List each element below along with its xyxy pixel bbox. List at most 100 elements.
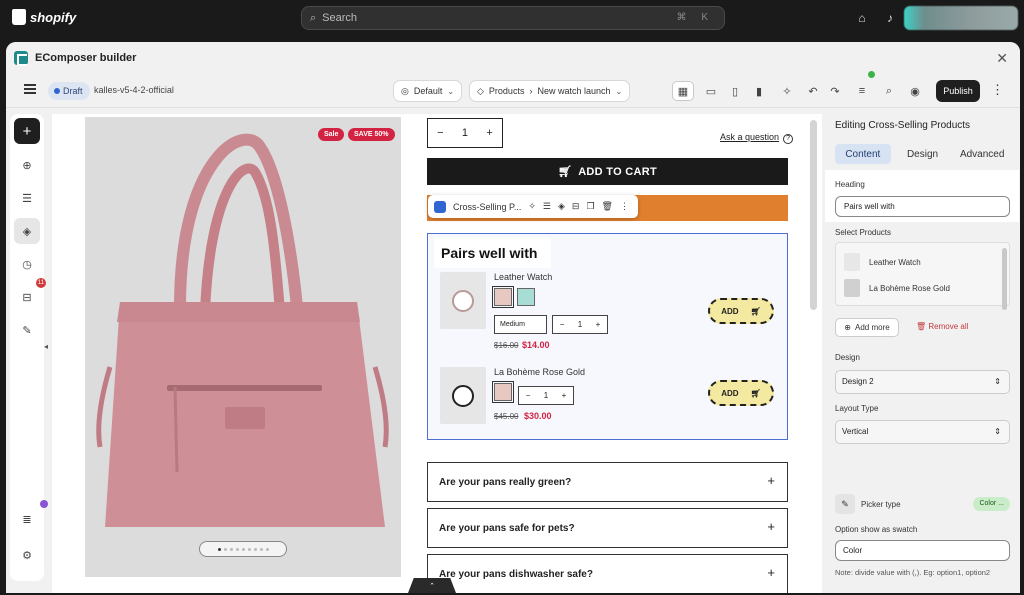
preview-eye-icon[interactable]: ◉: [904, 81, 926, 101]
pagination-dot[interactable]: [229, 547, 233, 551]
pagination-dot[interactable]: [235, 547, 239, 551]
layers-list-icon[interactable]: ☰: [14, 185, 40, 211]
history-icon[interactable]: ◷: [14, 251, 40, 277]
publish-button[interactable]: Publish: [936, 80, 980, 102]
notifications-icon[interactable]: ⊟ 11: [14, 278, 46, 310]
swatch-rose[interactable]: [492, 286, 514, 308]
delete-icon[interactable]: 🗑︎: [602, 201, 613, 212]
close-icon[interactable]: ✕: [996, 50, 1008, 67]
undo-icon[interactable]: ↶: [802, 81, 824, 101]
mobile-view-icon[interactable]: ▮: [748, 81, 770, 101]
cross-selling-block[interactable]: Pairs well with Leather Watch Medium − 1 +…: [427, 233, 788, 440]
plus-icon[interactable]: +: [767, 473, 775, 488]
pagination-dot[interactable]: [223, 547, 227, 551]
add-to-cart-button[interactable]: 🛒︎ ADD TO CART: [427, 158, 788, 185]
settings-sliders-icon[interactable]: ≡: [851, 81, 873, 101]
image-pagination[interactable]: [199, 541, 287, 557]
more-options-icon[interactable]: ⋮: [620, 201, 629, 212]
desktop-view-icon[interactable]: ▭: [700, 81, 722, 101]
layout-type-select[interactable]: Vertical ⇕: [835, 420, 1010, 444]
quantity-value[interactable]: 1: [578, 320, 582, 329]
theme-select[interactable]: ◎ Default ⌄: [393, 80, 463, 102]
tab-advanced[interactable]: Advanced: [954, 144, 1010, 164]
picker-type-row[interactable]: ✎ Picker type Color ...: [835, 493, 1010, 515]
pagination-dot[interactable]: [259, 547, 263, 551]
product-name[interactable]: La Bohème Rose Gold: [494, 367, 585, 377]
size-select[interactable]: Medium: [494, 315, 547, 334]
magic-wand-icon[interactable]: ✧: [776, 81, 798, 101]
watch-image: [452, 289, 474, 312]
quantity-stepper[interactable]: − 1 +: [552, 315, 608, 334]
design-select[interactable]: Design 2 ⇕: [835, 370, 1010, 394]
more-options-icon[interactable]: ⋮: [991, 82, 1004, 98]
heading-input[interactable]: Pairs well with: [835, 196, 1010, 217]
list-scrollbar[interactable]: [1002, 248, 1007, 310]
menu-icon[interactable]: [24, 84, 36, 94]
swatch-rose[interactable]: [492, 381, 514, 403]
database-icon[interactable]: ≣: [14, 500, 48, 532]
gear-icon[interactable]: ⚙: [14, 542, 40, 568]
minus-icon[interactable]: −: [526, 391, 531, 400]
canvas-scrollbar[interactable]: [810, 120, 817, 310]
list-item[interactable]: Leather Watch: [836, 250, 1011, 274]
minus-icon[interactable]: −: [560, 320, 565, 329]
ask-question-link[interactable]: Ask a question?: [720, 132, 794, 144]
remove-all-button[interactable]: 🗑︎ Remove all: [916, 322, 968, 331]
plus-icon[interactable]: +: [596, 320, 601, 329]
plus-icon[interactable]: +: [562, 391, 567, 400]
align-icon[interactable]: ☰: [543, 201, 551, 212]
pagination-dot[interactable]: [247, 547, 251, 551]
account-menu[interactable]: [904, 6, 1018, 30]
duplicate-icon[interactable]: ❐: [586, 201, 594, 212]
quantity-value[interactable]: 1: [544, 391, 548, 400]
faq-item[interactable]: Are your pans really green? +: [427, 462, 788, 502]
plus-icon[interactable]: +: [767, 519, 775, 534]
add-button[interactable]: ADD 🛒︎: [708, 298, 774, 324]
add-more-button[interactable]: ⊕ Add more: [835, 318, 899, 337]
global-search-input[interactable]: ⌕ Search ⌘ K: [301, 6, 725, 30]
minus-icon[interactable]: −: [437, 127, 443, 139]
ai-wand-icon[interactable]: ✧: [528, 201, 536, 212]
shopify-logo[interactable]: shopify: [12, 9, 76, 25]
product-name[interactable]: Leather Watch: [494, 272, 552, 282]
sections-icon[interactable]: ⊕: [14, 152, 40, 178]
cross-sell-heading[interactable]: Pairs well with: [434, 238, 551, 268]
plus-icon[interactable]: +: [486, 127, 492, 139]
layers-icon[interactable]: ◈: [558, 201, 565, 212]
quantity-stepper[interactable]: − 1 +: [518, 386, 574, 405]
list-item[interactable]: La Bohème Rose Gold: [836, 276, 1011, 300]
save-icon[interactable]: ⊟: [572, 201, 580, 212]
pagination-dot[interactable]: [241, 547, 245, 551]
product-image[interactable]: Sale SAVE 50%: [85, 117, 401, 577]
add-button[interactable]: ADD 🛒︎: [708, 380, 774, 406]
store-icon[interactable]: ⌂: [855, 11, 869, 25]
pagination-dot[interactable]: [253, 547, 257, 551]
redo-icon[interactable]: ↷: [824, 81, 846, 101]
tab-design[interactable]: Design: [895, 144, 951, 164]
tablet-view-icon[interactable]: ▯: [724, 81, 746, 101]
inspect-icon[interactable]: ⌕: [878, 81, 900, 101]
pagination-dot[interactable]: [265, 547, 269, 551]
quantity-value[interactable]: 1: [462, 127, 468, 139]
bell-icon[interactable]: ♪: [883, 11, 897, 25]
product-thumbnail[interactable]: [440, 367, 486, 424]
tab-content[interactable]: Content: [835, 144, 891, 164]
fullwidth-view-icon[interactable]: ▦: [672, 81, 694, 101]
palette-icon[interactable]: ✎: [14, 317, 40, 343]
picker-type-badge[interactable]: Color ...: [973, 497, 1010, 511]
bottom-panel-toggle[interactable]: ⌃: [408, 578, 456, 593]
faq-item[interactable]: Are your pans dishwasher safe? +: [427, 554, 788, 593]
add-element-icon[interactable]: +: [14, 118, 40, 144]
updown-icon: ⇕: [994, 427, 1001, 436]
collapse-sidebar-icon[interactable]: ◂: [44, 342, 48, 351]
product-thumbnail[interactable]: [440, 272, 486, 329]
pagination-dot[interactable]: [217, 547, 221, 551]
swatch-teal[interactable]: [517, 288, 535, 306]
page-select[interactable]: ◇ Products › New watch launch ⌄: [469, 80, 631, 102]
faq-item[interactable]: Are your pans safe for pets? +: [427, 508, 788, 548]
layers-icon[interactable]: ◈: [14, 218, 40, 244]
swatch-option-input[interactable]: Color: [835, 540, 1010, 561]
quantity-stepper[interactable]: − 1 +: [427, 118, 503, 148]
element-label[interactable]: Cross-Selling P...: [453, 202, 521, 212]
plus-icon[interactable]: +: [767, 565, 775, 580]
